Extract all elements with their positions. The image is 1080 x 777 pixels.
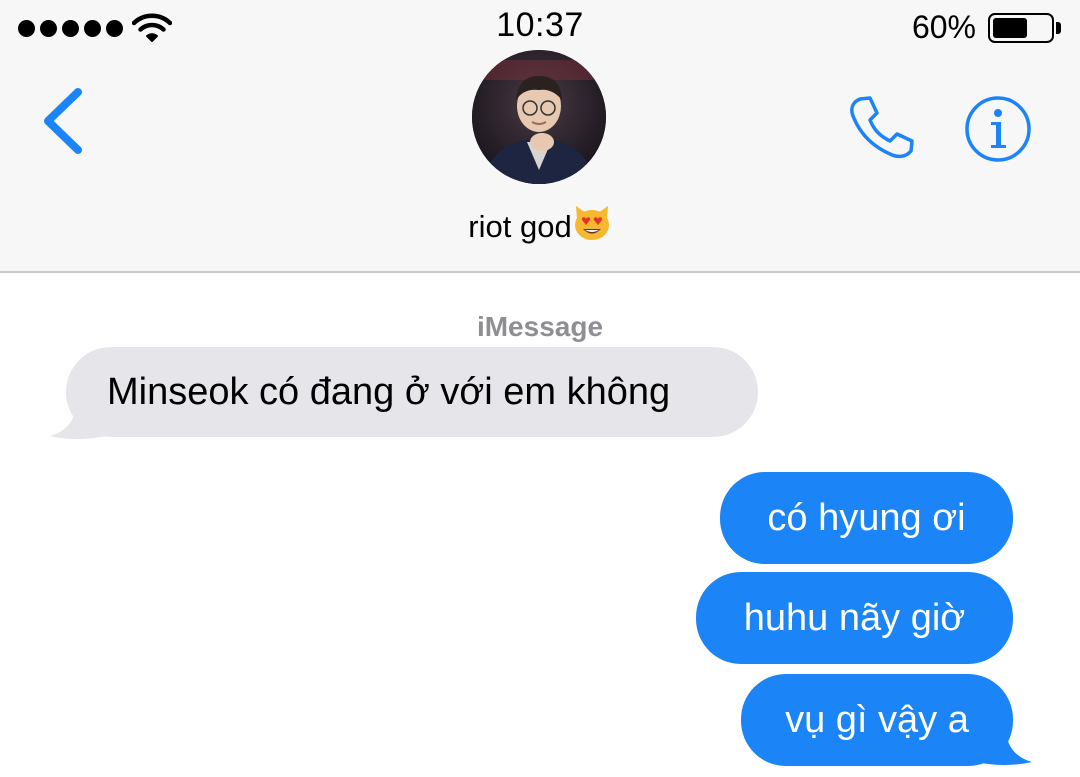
- status-bar: 10:37 60%: [0, 0, 1080, 56]
- message-bubble-outgoing[interactable]: vụ gì vậy a: [741, 674, 1013, 766]
- info-icon[interactable]: [963, 94, 1033, 164]
- message-bubble-incoming[interactable]: Minseok có đang ở với em không: [66, 347, 758, 437]
- message-bubble-outgoing[interactable]: huhu nãy giờ: [696, 572, 1013, 664]
- back-chevron-icon[interactable]: [38, 86, 88, 156]
- battery-level: [993, 18, 1027, 38]
- battery-tip: [1056, 22, 1061, 34]
- message-text: huhu nãy giờ: [743, 597, 966, 639]
- conversation-header: 10:37 60% riot god: [0, 0, 1080, 273]
- avatar-photo: [472, 50, 606, 184]
- message-text: Minseok có đang ở với em không: [107, 371, 671, 413]
- service-label: iMessage: [476, 311, 604, 342]
- message-bubble-outgoing[interactable]: có hyung ơi: [720, 472, 1013, 564]
- contact-name-text: riot god: [468, 209, 572, 244]
- heart-eyes-cat-emoji: [574, 206, 609, 240]
- battery-percentage: 60%: [911, 9, 976, 45]
- phone-icon[interactable]: [846, 94, 916, 160]
- contact-name[interactable]: riot god: [0, 203, 1080, 245]
- contact-avatar[interactable]: [472, 50, 606, 184]
- battery-icon: [988, 13, 1054, 43]
- message-text: có hyung ơi: [767, 497, 966, 539]
- message-text: vụ gì vậy a: [785, 699, 969, 741]
